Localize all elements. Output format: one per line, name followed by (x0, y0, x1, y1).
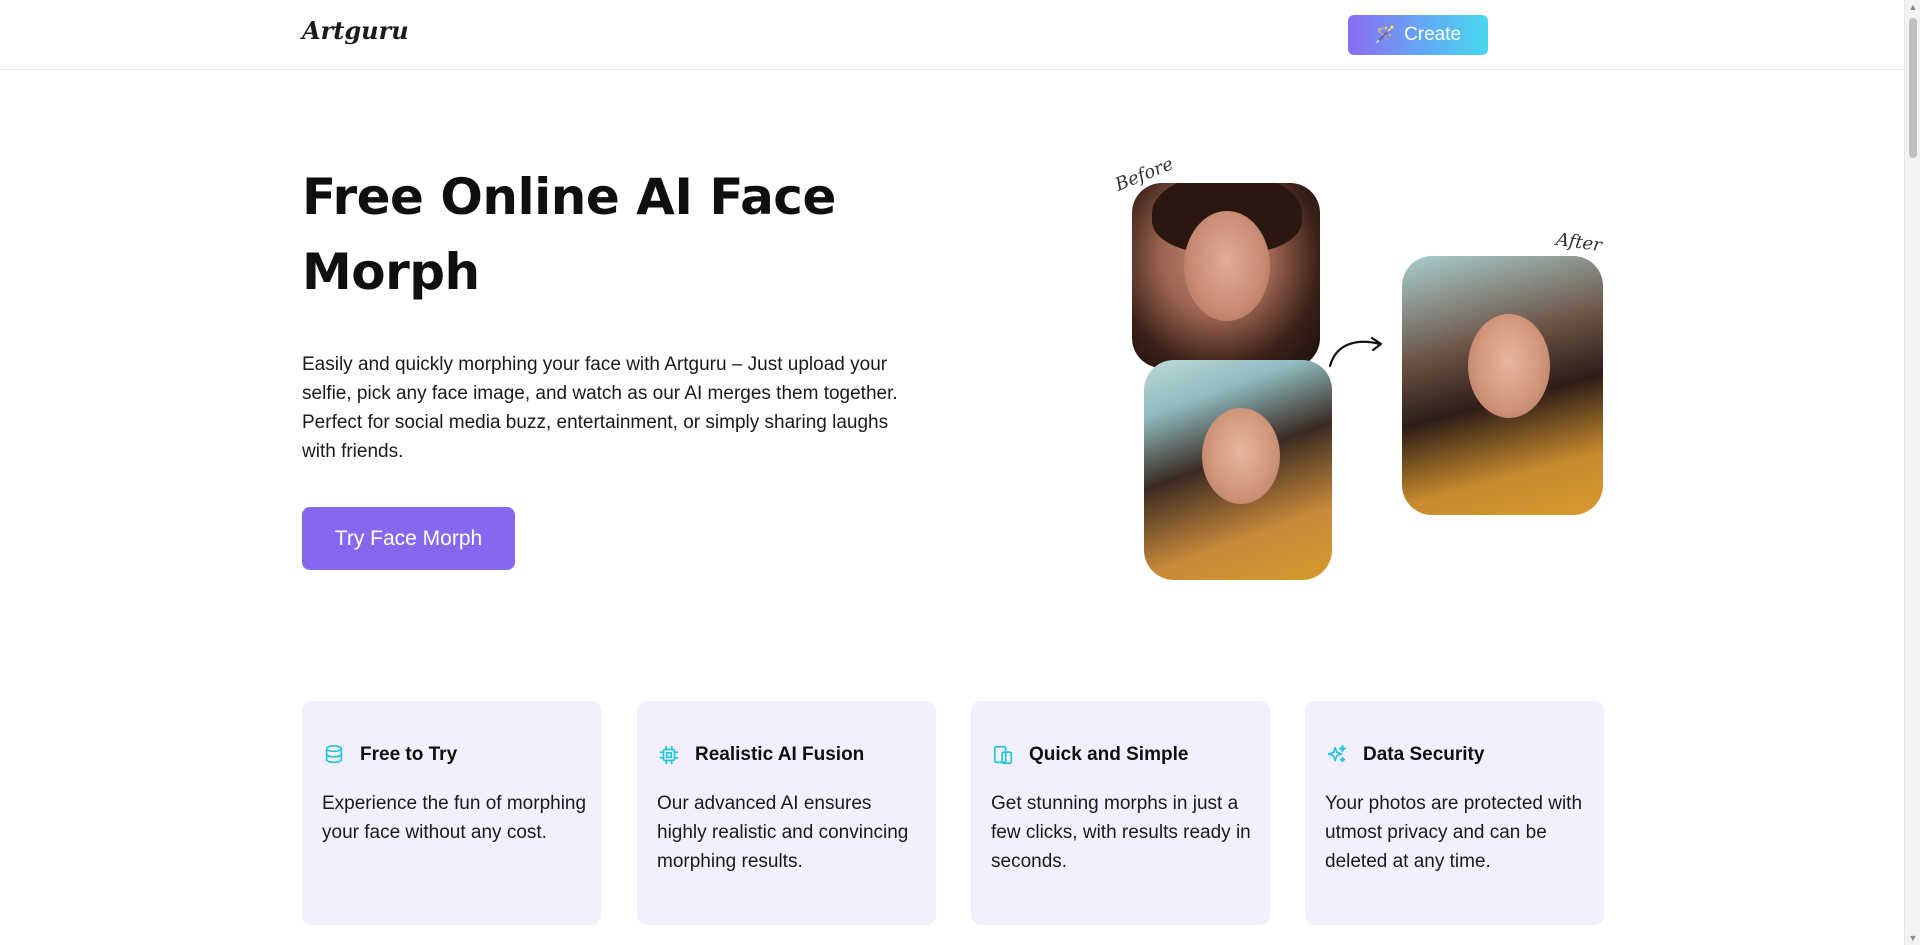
face-shape (1184, 211, 1270, 321)
before-photo-boy (1132, 183, 1320, 368)
feature-card-realistic-ai-fusion: Realistic AI Fusion Our advanced AI ensu… (637, 701, 936, 925)
page-title: Free Online AI Face Morph (302, 168, 836, 301)
feature-title: Realistic AI Fusion (695, 744, 865, 765)
feature-card-quick-and-simple: Quick and Simple Get stunning morphs in … (971, 701, 1270, 925)
after-morphed-photo (1402, 256, 1603, 515)
sparkles-icon (1325, 743, 1349, 767)
devices-icon (991, 743, 1015, 767)
feature-text: Experience the fun of morphing your face… (322, 793, 587, 843)
create-button[interactable]: 🪄 Create (1348, 15, 1488, 55)
feature-text: Get stunning morphs in just a few clicks… (991, 793, 1251, 872)
feature-card-free-to-try: Free to Try Experience the fun of morphi… (302, 701, 601, 925)
after-label: After (1554, 228, 1604, 257)
vertical-scrollbar[interactable]: ▲ ▼ (1904, 0, 1920, 945)
curved-arrow-icon (1328, 336, 1383, 368)
cpu-chip-icon (657, 743, 681, 767)
feature-title: Quick and Simple (1029, 744, 1189, 765)
scroll-up-arrow-icon[interactable]: ▲ (1908, 2, 1918, 12)
artguru-logo[interactable]: Artguru (302, 16, 409, 45)
feature-title: Data Security (1363, 744, 1485, 765)
face-shape (1202, 408, 1280, 504)
hero-description: Easily and quickly morphing your face wi… (302, 354, 898, 462)
scrollbar-thumb[interactable] (1909, 18, 1917, 158)
feature-card-data-security: Data Security Your photos are protected … (1305, 701, 1604, 925)
magic-wand-icon: 🪄 (1374, 25, 1397, 44)
database-icon (322, 743, 346, 767)
scroll-down-arrow-icon[interactable]: ▼ (1908, 933, 1918, 943)
feature-title: Free to Try (360, 744, 458, 765)
create-button-label: Create (1404, 24, 1462, 45)
feature-text: Our advanced AI ensures highly realistic… (657, 793, 909, 872)
feature-text: Your photos are protected with utmost pr… (1325, 793, 1583, 872)
top-navigation-bar: Artguru 🪄 Create (0, 0, 1904, 70)
try-face-morph-button[interactable]: Try Face Morph (302, 507, 515, 570)
source-face-photo-girl (1144, 360, 1332, 580)
face-shape (1468, 314, 1550, 418)
